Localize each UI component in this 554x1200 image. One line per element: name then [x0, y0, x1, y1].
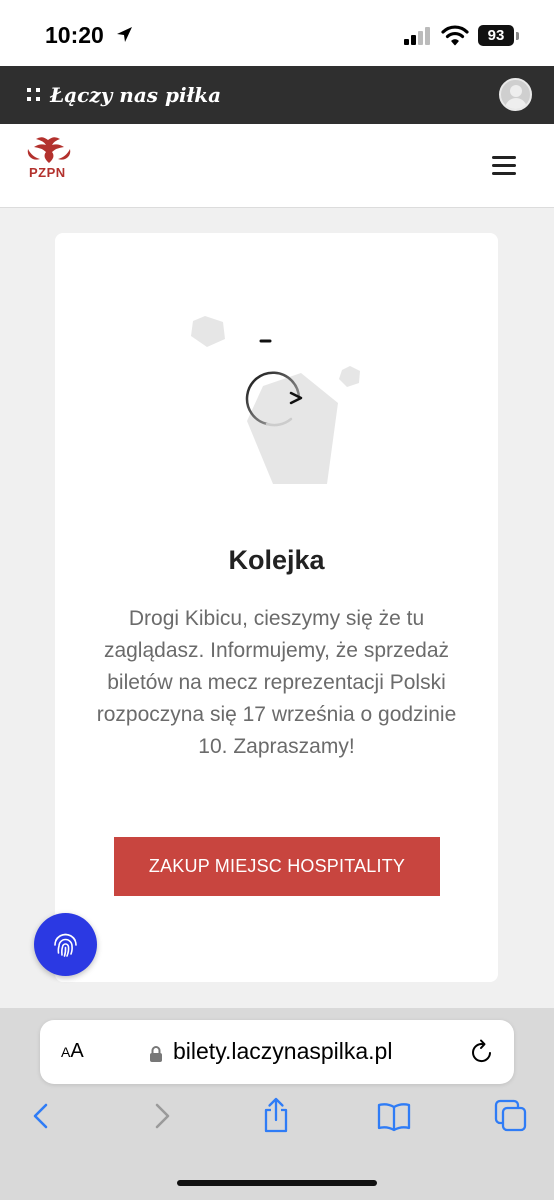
wifi-icon	[441, 25, 469, 46]
forward-icon[interactable]	[152, 1102, 172, 1130]
status-bar: 10:20 93	[0, 0, 554, 66]
menu-line	[492, 156, 516, 159]
menu-line	[492, 172, 516, 175]
share-icon[interactable]	[261, 1096, 291, 1134]
brand-title[interactable]: Łączy nas piłka	[50, 83, 221, 107]
hamburger-menu-icon[interactable]	[490, 154, 518, 176]
apps-grid-icon[interactable]	[27, 88, 41, 102]
bookmarks-icon[interactable]	[376, 1101, 412, 1133]
tiny-pentagon-shape	[339, 366, 360, 387]
cellular-signal-icon	[404, 27, 430, 45]
home-indicator	[177, 1180, 377, 1186]
pzpn-eagle-logo[interactable]	[26, 135, 72, 167]
large-pentagon-shape	[247, 373, 338, 484]
brand-bar: Łączy nas piłka	[0, 66, 554, 124]
avatar-body	[505, 98, 527, 109]
battery-tip	[516, 32, 519, 40]
queue-illustration	[191, 316, 360, 484]
avatar-head	[510, 85, 522, 97]
back-icon[interactable]	[31, 1102, 51, 1130]
user-avatar-icon[interactable]	[499, 78, 532, 111]
browser-toolbar: AA bilety.laczynaspilka.pl	[0, 1008, 554, 1200]
text-size-large: A	[70, 1040, 84, 1062]
address-bar[interactable]: AA bilety.laczynaspilka.pl	[40, 1020, 514, 1084]
location-arrow-icon	[117, 27, 132, 42]
status-time: 10:20	[45, 22, 104, 48]
lock-icon	[150, 1046, 162, 1062]
text-size-small: A	[61, 1044, 71, 1060]
fingerprint-button[interactable]	[34, 913, 97, 976]
hospitality-purchase-button[interactable]: ZAKUP MIEJSC HOSPITALITY	[114, 837, 440, 896]
browser-nav-row	[0, 1097, 554, 1142]
text-size-button[interactable]: AA	[61, 1040, 84, 1063]
menu-line	[492, 164, 516, 167]
tabs-icon[interactable]	[494, 1099, 528, 1133]
logo-text: PZPN	[29, 165, 66, 180]
battery-indicator: 93	[478, 25, 514, 46]
site-header: PZPN	[0, 124, 554, 208]
queue-message: Drogi Kibicu, cieszymy się że tu zagląda…	[96, 607, 457, 758]
reload-icon[interactable]	[470, 1039, 494, 1065]
queue-card: Kolejka Drogi Kibicu, cieszymy się że tu…	[55, 233, 498, 982]
fingerprint-icon	[54, 933, 77, 957]
url-text[interactable]: bilety.laczynaspilka.pl	[173, 1038, 392, 1065]
queue-title: Kolejka	[228, 545, 325, 575]
small-pentagon-shape	[191, 316, 225, 347]
